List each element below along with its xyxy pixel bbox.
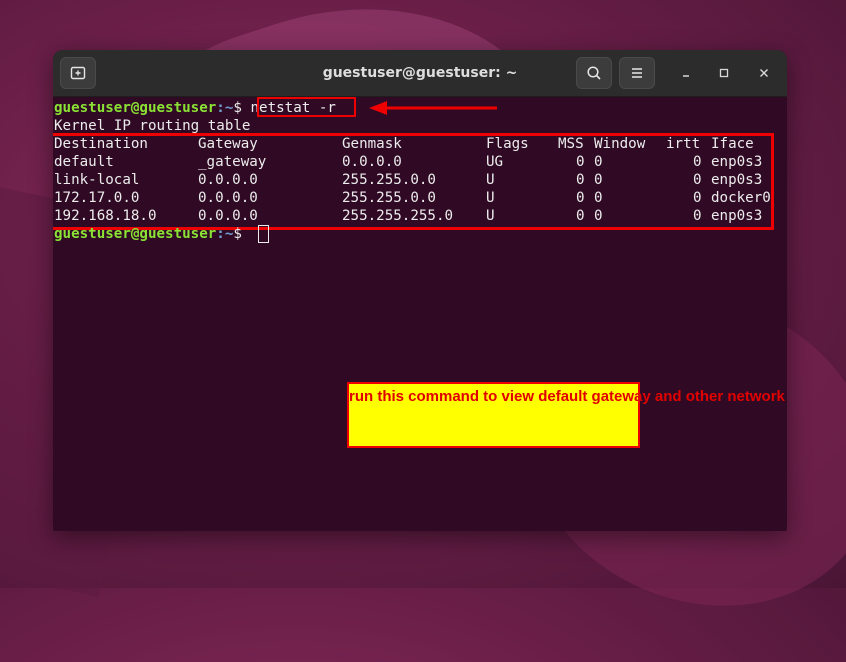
maximize-button[interactable] (714, 63, 734, 83)
command-highlight-box (257, 97, 356, 117)
annotation-callout: run this command to view default gateway… (347, 382, 785, 448)
prompt-path: :~ (216, 226, 234, 242)
prompt-user: guestuser@guestuser (54, 226, 217, 242)
prompt-path: :~ (216, 100, 234, 116)
terminal-scrollbar[interactable] (779, 102, 785, 527)
text-cursor (258, 225, 269, 243)
red-arrow-icon (369, 101, 497, 115)
search-button[interactable] (576, 57, 612, 89)
menu-button[interactable] (619, 57, 655, 89)
terminal-window: guestuser@guestuser: ~ guestuser@guestus… (53, 50, 787, 531)
minimize-icon (683, 75, 689, 77)
search-icon (587, 66, 601, 80)
minimize-button[interactable] (676, 63, 696, 83)
title-bar[interactable]: guestuser@guestuser: ~ (53, 50, 787, 97)
prompt-line: guestuser@guestuser:~$ (54, 225, 250, 243)
terminal-output[interactable]: guestuser@guestuser:~$ netstat -r Kernel… (53, 96, 787, 531)
prompt-user: guestuser@guestuser (54, 100, 217, 116)
prompt-symbol: $ (233, 226, 251, 242)
close-icon (760, 69, 768, 77)
table-highlight-box (53, 133, 774, 230)
close-button[interactable] (754, 63, 774, 83)
maximize-icon (719, 68, 729, 78)
prompt-symbol: $ (233, 100, 251, 116)
hamburger-menu-icon (632, 68, 642, 78)
